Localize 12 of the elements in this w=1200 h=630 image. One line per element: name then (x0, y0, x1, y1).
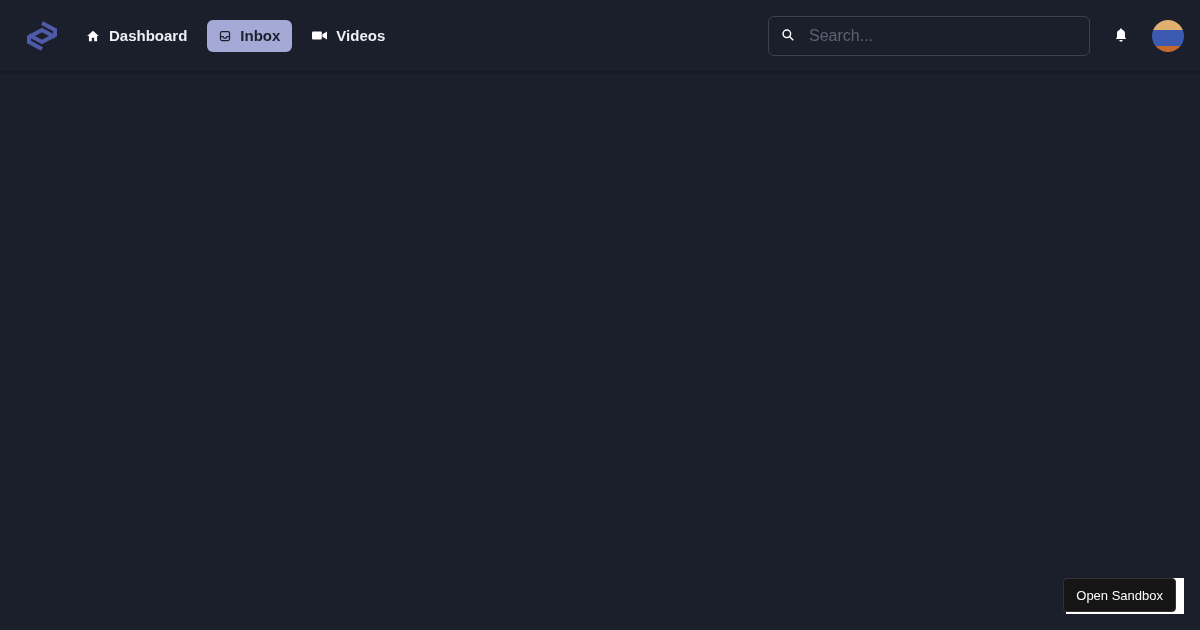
nav-tab[interactable]: Dashboard (74, 19, 200, 52)
inbox-icon (219, 29, 232, 42)
search-field[interactable]: Search... (768, 15, 1090, 56)
nav-tab[interactable]: Videos (300, 19, 398, 52)
home-icon (86, 28, 100, 43)
open-sandbox-button[interactable]: Open Sandbox (1063, 578, 1176, 612)
search-icon (781, 27, 795, 42)
nav-tab[interactable]: Inbox (207, 19, 293, 52)
logo-icon[interactable] (26, 20, 58, 51)
notification-bell-icon[interactable] (1114, 28, 1128, 43)
user-avatar[interactable] (1152, 19, 1184, 52)
video-camera-icon (312, 30, 328, 41)
